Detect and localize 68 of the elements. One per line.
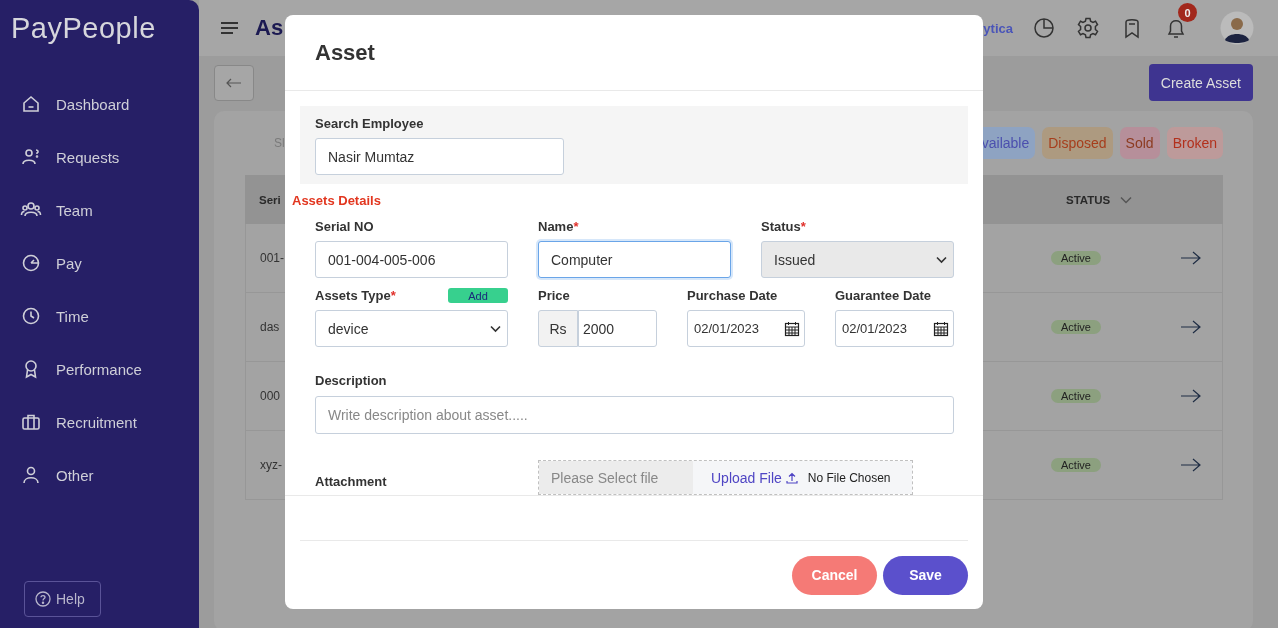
status-badge: Active (1051, 458, 1101, 472)
status-badge: Active (1051, 251, 1101, 265)
sidebar-item[interactable]: Recruitment (0, 404, 191, 440)
column-header[interactable]: STATUS (1066, 193, 1133, 206)
price-field[interactable]: 2000 (578, 310, 657, 348)
save-button[interactable]: Save (883, 555, 968, 595)
pie-chart-icon[interactable] (1032, 16, 1056, 40)
field-label: Guarantee Date (835, 288, 932, 304)
arrow-left-icon (226, 77, 242, 88)
arrow-right-icon[interactable] (1181, 251, 1201, 265)
settings-icon[interactable] (1076, 16, 1100, 40)
arrow-right-icon[interactable] (1181, 458, 1201, 472)
table-cell: 000 (260, 389, 281, 403)
clock-icon (20, 305, 42, 327)
file-upload-field[interactable]: Please Select file Upload File No File Chosen (538, 460, 913, 496)
date-field[interactable]: 02/01/2023 (835, 310, 954, 348)
column-header: Seri (259, 193, 281, 206)
field-label: Status* (761, 219, 806, 235)
upload-icon (785, 471, 798, 484)
status-badge: Active (1051, 389, 1101, 403)
select-field[interactable]: device (315, 310, 508, 348)
menu-icon[interactable] (221, 21, 238, 35)
field-label: Search Employee (315, 116, 425, 132)
search-field[interactable]: Nasir Mumtaz (315, 138, 564, 176)
sidebar-item[interactable]: Other (0, 457, 191, 493)
sidebar-item[interactable]: Pay (0, 245, 191, 281)
currency-prefix: Rs (538, 310, 578, 348)
table-cell: das (260, 320, 280, 334)
sidebar-item[interactable]: Requests (0, 139, 191, 175)
avatar-icon[interactable] (1220, 11, 1254, 45)
calendar-icon (784, 320, 800, 337)
help-icon (35, 591, 51, 607)
field-label: Description (315, 373, 388, 389)
status-badge: Active (1051, 320, 1101, 334)
text-field[interactable]: Computer (538, 241, 731, 279)
arrow-right-icon[interactable] (1181, 389, 1201, 403)
date-field[interactable]: 02/01/2023 (687, 310, 805, 348)
sidebar-item[interactable]: Dashboard (0, 86, 191, 122)
logo: PayPeople (10, 12, 157, 46)
upload-file-button[interactable]: Upload File (711, 469, 798, 486)
table-cell: xyz- (260, 458, 282, 472)
chevron-down-icon (1120, 195, 1133, 204)
field-label: Purchase Date (687, 288, 778, 304)
help-button[interactable]: Help (24, 581, 101, 617)
arrow-right-icon[interactable] (1181, 320, 1201, 334)
notification-badge: 0 (1178, 3, 1197, 22)
calendar-icon (933, 320, 949, 337)
field-label: Name* (538, 219, 579, 235)
chevron-down-icon (936, 255, 947, 264)
table-cell: 001- (260, 251, 285, 265)
add-button[interactable]: Add (448, 288, 508, 304)
section-title: Assets Details (292, 193, 382, 209)
description-field[interactable]: Write description about asset..... (315, 396, 954, 435)
file-status: No File Chosen (807, 470, 891, 485)
home-icon (20, 93, 42, 115)
chevron-down-icon (490, 324, 501, 333)
sidebar-item[interactable]: Team (0, 192, 191, 228)
sidebar-item[interactable]: Time (0, 298, 191, 334)
page-title: As (255, 15, 284, 41)
user-icon (20, 464, 42, 486)
text-field[interactable]: 001-004-005-006 (315, 241, 508, 279)
create-asset-button[interactable]: Create Asset (1148, 64, 1253, 101)
field-label: Attachment (315, 474, 388, 490)
sidebar-item[interactable]: Performance (0, 351, 191, 387)
field-label: Serial NO (315, 219, 374, 235)
dialog-title: Asset (285, 15, 983, 92)
field-label: Assets Type* (315, 288, 396, 304)
field-label: Price (538, 288, 570, 304)
